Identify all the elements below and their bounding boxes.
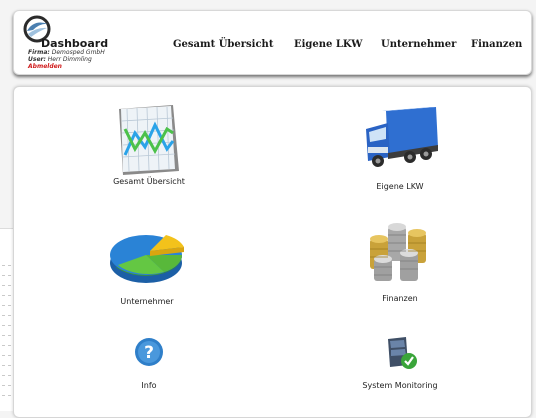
tile-unternehmer[interactable]: Unternehmer xyxy=(92,229,202,306)
user-name: Herr Dimmling xyxy=(47,56,92,63)
tile-label: Gesamt Übersicht xyxy=(113,177,185,186)
truck-icon xyxy=(366,107,438,167)
line-chart-icon xyxy=(119,105,179,175)
tile-finanzen[interactable]: Finanzen xyxy=(345,223,455,303)
logout-link[interactable]: Abmelden xyxy=(28,63,62,70)
nav-unternehmer[interactable]: Unternehmer xyxy=(381,39,456,50)
tile-label: System Monitoring xyxy=(362,381,438,390)
tile-label: Finanzen xyxy=(382,294,418,303)
user-info: User: Herr Dimmling xyxy=(28,56,92,63)
pie-chart-icon xyxy=(110,235,184,283)
company-info: Firma: Demosped GmbH xyxy=(28,49,105,56)
tile-system-monitoring[interactable]: System Monitoring xyxy=(345,335,455,390)
dashboard-panel: Gesamt Übersicht Eigene LKW Unternehmer … xyxy=(13,86,532,418)
background-page-edge xyxy=(0,228,14,411)
question-icon: ? xyxy=(135,338,163,366)
nav-eigene-lkw[interactable]: Eigene LKW xyxy=(294,39,363,50)
nav-finanzen[interactable]: Finanzen xyxy=(471,39,522,50)
svg-text:?: ? xyxy=(144,343,154,363)
tile-label: Eigene LKW xyxy=(376,182,424,191)
tile-label: Unternehmer xyxy=(120,297,174,306)
tile-eigene-lkw[interactable]: Eigene LKW xyxy=(345,107,455,191)
tile-info[interactable]: ? Info xyxy=(94,337,204,390)
company-label: Firma: xyxy=(28,49,50,56)
header-bar: Dashboard Firma: Demosped GmbH User: Her… xyxy=(13,10,532,75)
server-check-icon xyxy=(388,337,417,369)
coins-icon xyxy=(370,223,426,281)
tile-gesamt-uebersicht[interactable]: Gesamt Übersicht xyxy=(94,103,204,186)
company-name: Demosped GmbH xyxy=(51,49,105,56)
tile-label: Info xyxy=(141,381,157,390)
nav-gesamt-uebersicht[interactable]: Gesamt Übersicht xyxy=(173,39,273,50)
user-label: User: xyxy=(28,56,46,63)
